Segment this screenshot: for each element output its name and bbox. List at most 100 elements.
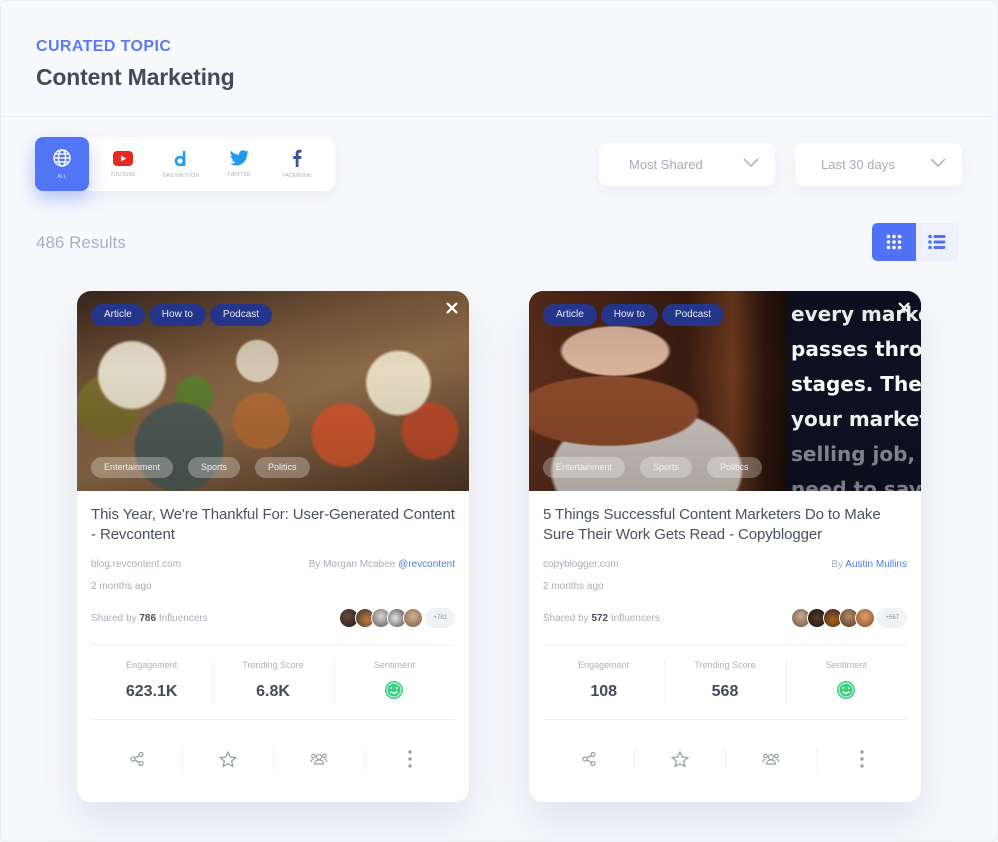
source-domain[interactable]: copyblogger.com xyxy=(543,559,619,570)
source-twitter[interactable]: Twitter xyxy=(211,137,267,191)
star-icon xyxy=(670,750,689,768)
overlay-line: need to say xyxy=(791,477,921,491)
stat-engagement: Engagement 623.1K xyxy=(91,645,212,719)
author: By Austin Mullins xyxy=(831,559,907,570)
favorite-button[interactable] xyxy=(634,748,725,770)
share-button[interactable] xyxy=(543,748,634,770)
source-filter-bar: All Youtube Dailymotion Twitter xyxy=(35,137,335,191)
more-influencers-badge[interactable]: +781 xyxy=(425,608,455,628)
stat-trending-score: Trending Score 6.8K xyxy=(212,645,333,719)
overlay-line: your market xyxy=(791,407,921,431)
category-tags: Entertainment Sports Politics xyxy=(91,457,310,478)
card-actions xyxy=(91,720,455,798)
share-button[interactable] xyxy=(91,748,182,770)
source-dailymotion[interactable]: Dailymotion xyxy=(153,137,209,191)
tag-podcast[interactable]: Podcast xyxy=(209,304,273,326)
page-header: CURATED TOPIC Content Marketing xyxy=(36,38,235,91)
source-all[interactable]: All xyxy=(35,137,89,191)
grid-icon xyxy=(886,234,902,250)
list-view-button[interactable] xyxy=(916,223,960,261)
avatar xyxy=(403,608,424,628)
shared-count: 572 xyxy=(591,612,609,624)
published-time: 2 months ago xyxy=(543,581,604,592)
tag-how-to[interactable]: How to xyxy=(148,304,206,326)
more-options-button[interactable] xyxy=(816,748,907,770)
stat-label: Trending Score xyxy=(242,660,304,670)
published-time: 2 months ago xyxy=(91,581,152,592)
favorite-button[interactable] xyxy=(182,748,273,770)
share-icon xyxy=(129,751,144,767)
overlay-line: passes thro xyxy=(791,337,921,361)
influencers-button[interactable] xyxy=(725,748,816,770)
source-domain[interactable]: blog.revcontent.com xyxy=(91,559,181,570)
tag-article[interactable]: Article xyxy=(91,304,145,326)
more-vertical-icon xyxy=(859,750,864,768)
shared-count: 786 xyxy=(139,612,157,624)
thumbnail-overlay-text: every marke passes thro stages. The your… xyxy=(791,297,921,491)
tag-article[interactable]: Article xyxy=(543,304,597,326)
content-type-tags: Article How to Podcast xyxy=(91,304,273,326)
facebook-icon xyxy=(293,149,302,167)
tag-podcast[interactable]: Podcast xyxy=(661,304,725,326)
chevron-down-icon xyxy=(743,158,759,168)
influencers-button[interactable] xyxy=(273,748,364,770)
list-icon xyxy=(928,234,946,250)
close-icon[interactable] xyxy=(897,301,911,315)
tag-entertainment[interactable]: Entertainment xyxy=(543,457,626,478)
author-link[interactable]: Austin Mullins xyxy=(845,559,907,570)
tag-politics[interactable]: Politics xyxy=(255,457,310,478)
card-title[interactable]: 5 Things Successful Content Marketers Do… xyxy=(543,505,907,545)
sort-dropdown[interactable]: Most Shared xyxy=(599,143,775,186)
avatar xyxy=(855,608,876,628)
source-label: Youtube xyxy=(110,171,136,178)
star-icon xyxy=(218,750,237,768)
more-vertical-icon xyxy=(407,750,412,768)
card-title[interactable]: This Year, We're Thankful For: User-Gene… xyxy=(91,505,455,545)
source-facebook[interactable]: Facebook xyxy=(269,137,325,191)
overlay-line: selling job, xyxy=(791,442,916,466)
overlay-line: stages. The xyxy=(791,372,921,396)
shared-suffix: Influencers xyxy=(608,612,660,624)
results-count: 486 Results xyxy=(36,233,126,252)
globe-icon xyxy=(53,149,71,167)
eyebrow-label: CURATED TOPIC xyxy=(36,38,172,55)
content-card[interactable]: Article How to Podcast Entertainment Spo… xyxy=(77,291,469,802)
chevron-down-icon xyxy=(930,158,946,168)
stat-value: 623.1K xyxy=(125,683,178,700)
tag-sports[interactable]: Sports xyxy=(640,457,693,478)
influencer-avatars[interactable]: +781 xyxy=(339,608,455,628)
stat-label: Engagement xyxy=(578,660,630,670)
smiley-positive-icon xyxy=(837,681,856,699)
card-actions xyxy=(543,720,907,798)
header-divider xyxy=(1,116,997,117)
group-icon xyxy=(309,753,328,765)
author-name: By xyxy=(831,559,846,570)
source-label: Facebook xyxy=(282,173,312,179)
tag-entertainment[interactable]: Entertainment xyxy=(91,457,174,478)
tag-politics[interactable]: Politics xyxy=(707,457,762,478)
stat-value: 568 xyxy=(711,683,739,700)
more-options-button[interactable] xyxy=(364,748,455,770)
tag-how-to[interactable]: How to xyxy=(600,304,658,326)
shared-prefix: Shared by xyxy=(543,612,592,624)
stat-engagement: Engagement 108 xyxy=(543,645,664,719)
twitter-icon xyxy=(229,150,249,166)
card-thumbnail[interactable]: Article How to Podcast Entertainment Spo… xyxy=(77,291,469,491)
stat-trending-score: Trending Score 568 xyxy=(664,645,785,719)
group-icon xyxy=(761,753,780,765)
stat-label: Engagement xyxy=(126,660,178,670)
content-card[interactable]: every marke passes thro stages. The your… xyxy=(529,291,921,802)
stat-label: Sentiment xyxy=(826,660,867,670)
grid-view-button[interactable] xyxy=(872,223,916,261)
date-range-dropdown[interactable]: Last 30 days xyxy=(795,143,962,186)
author-link[interactable]: @revcontent xyxy=(398,559,455,570)
category-tags: Entertainment Sports Politics xyxy=(543,457,762,478)
author: By Morgan Mcabee @revcontent xyxy=(309,559,455,570)
more-influencers-badge[interactable]: +567 xyxy=(877,608,907,628)
card-thumbnail[interactable]: every marke passes thro stages. The your… xyxy=(529,291,921,491)
close-icon[interactable] xyxy=(445,301,459,315)
source-youtube[interactable]: Youtube xyxy=(95,137,151,191)
source-label: All xyxy=(57,174,67,180)
tag-sports[interactable]: Sports xyxy=(188,457,241,478)
influencer-avatars[interactable]: +567 xyxy=(791,608,907,628)
